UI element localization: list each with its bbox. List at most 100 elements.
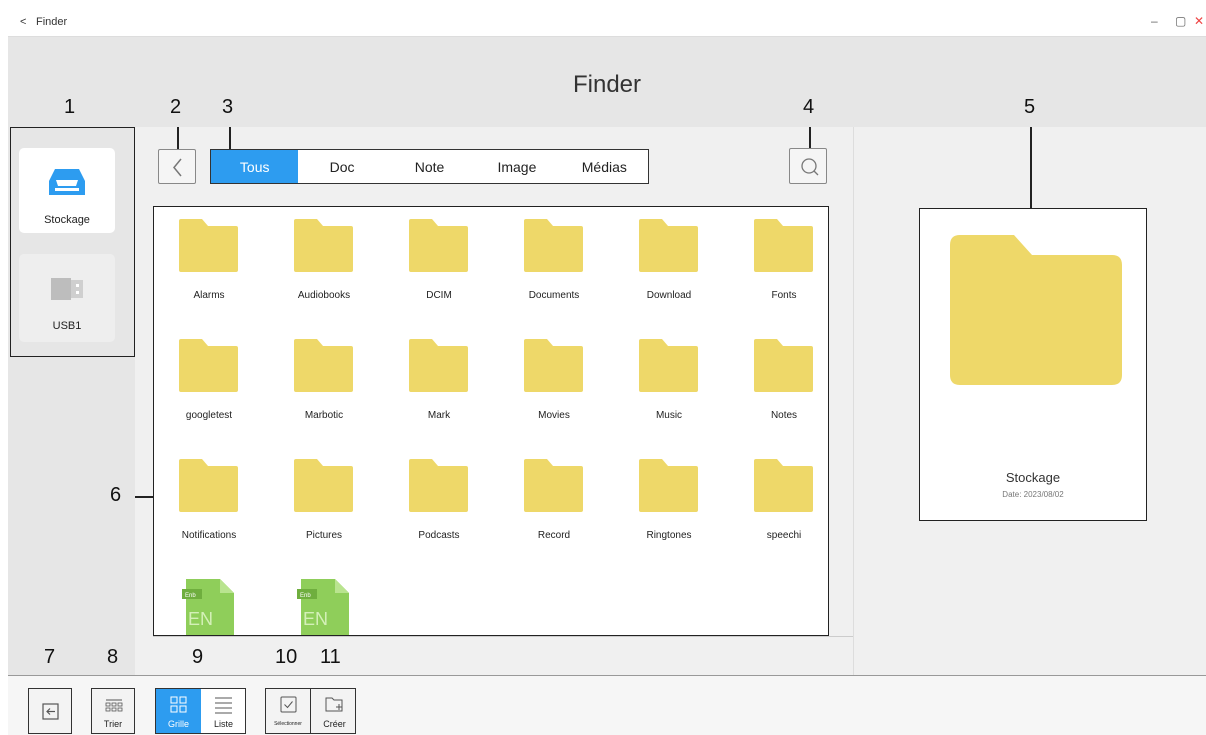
maximize-icon[interactable]: ▢ (1175, 14, 1186, 28)
callout-3: 3 (222, 96, 234, 118)
folder-name: googletest (185, 410, 233, 421)
folder-name: Notifications (181, 530, 237, 541)
minimize-icon[interactable]: – (1151, 14, 1158, 28)
folder-name: Ringtones (646, 530, 692, 541)
folder-name: Marbotic (304, 410, 344, 421)
enb-file-item[interactable]: Enb EN (269, 577, 379, 635)
list-view-button[interactable]: Liste (201, 689, 246, 733)
tab-doc[interactable]: Doc (298, 150, 385, 183)
create-label: Créer (323, 719, 346, 729)
usb-drive-icon (51, 278, 83, 300)
folder-icon (754, 339, 813, 392)
folder-name: DCIM (426, 290, 452, 301)
folder-item[interactable]: Pictures (269, 457, 379, 552)
folder-name: Pictures (305, 530, 343, 541)
folder-item[interactable]: DCIM (384, 217, 494, 312)
detail-date: Date: 2023/08/02 (1002, 490, 1064, 499)
folder-name: Podcasts (418, 530, 460, 541)
callout-5: 5 (1024, 96, 1036, 118)
callout-line (177, 127, 179, 149)
folder-icon (639, 219, 698, 272)
folder-icon (294, 219, 353, 272)
create-button[interactable]: Créer (312, 689, 357, 733)
grid-view-button[interactable]: Grille (156, 689, 201, 733)
callout-10: 10 (275, 646, 298, 668)
callout-1: 1 (64, 96, 76, 118)
enb-file-icon: Enb EN (297, 579, 349, 635)
folder-item[interactable]: Alarms (154, 217, 264, 312)
callout-line (809, 127, 811, 148)
tab-tous[interactable]: Tous (211, 150, 299, 183)
folder-item[interactable]: Audiobooks (269, 217, 379, 312)
folder-name: Notes (770, 410, 798, 421)
folder-item[interactable]: Marbotic (269, 337, 379, 432)
folder-icon (179, 219, 238, 272)
select-create-group: Sélectionner Créer (265, 688, 356, 734)
folder-icon (639, 339, 698, 392)
callout-6: 6 (110, 484, 122, 506)
folder-icon (639, 459, 698, 512)
enb-text: EN (188, 609, 213, 629)
folder-item[interactable]: speechi (729, 457, 828, 552)
view-toggle: Grille Liste (155, 688, 246, 734)
sort-label: Trier (103, 719, 123, 729)
folder-icon (179, 339, 238, 392)
close-icon[interactable]: ✕ (1194, 14, 1204, 28)
new-folder-icon (325, 697, 343, 712)
enb-file-icon: Enb EN (182, 579, 234, 635)
drive-label: USB1 (52, 320, 82, 332)
folder-item[interactable]: Podcasts (384, 457, 494, 552)
folder-name: Download (646, 290, 692, 301)
filter-tabs: Tous Doc Note Image Médias (210, 149, 649, 184)
enb-text: EN (303, 609, 328, 629)
search-button[interactable] (789, 148, 827, 184)
callout-11: 11 (320, 646, 341, 668)
folder-name: Music (655, 410, 683, 421)
titlebar-back-icon[interactable]: < (20, 16, 26, 28)
exit-icon (42, 703, 59, 720)
enb-badge: Enb (300, 593, 311, 599)
folder-item[interactable]: Ringtones (614, 457, 724, 552)
file-grid: Alarms Audiobooks DCIM Documents Download Fon… (153, 206, 829, 636)
grid-icon (170, 696, 187, 713)
folder-icon (179, 459, 238, 512)
drive-storage[interactable]: Stockage (19, 148, 115, 233)
folder-item[interactable]: Documents (499, 217, 609, 312)
select-button[interactable]: Sélectionner (266, 689, 311, 733)
callout-2: 2 (170, 96, 182, 118)
tab-medias[interactable]: Médias (561, 150, 648, 183)
folder-item[interactable]: googletest (154, 337, 264, 432)
window-title: Finder (36, 16, 68, 28)
callout-8: 8 (107, 646, 119, 668)
exit-button[interactable] (28, 688, 72, 734)
tab-note[interactable]: Note (386, 150, 473, 183)
folder-item[interactable]: Download (614, 217, 724, 312)
folder-icon (754, 219, 813, 272)
callout-line (135, 496, 153, 498)
enb-file-item[interactable]: Enb EN (154, 577, 264, 635)
folder-name: Documents (528, 290, 580, 301)
folder-item[interactable]: Notifications (154, 457, 264, 552)
folder-item[interactable]: Record (499, 457, 609, 552)
sort-button[interactable]: Trier (91, 688, 135, 734)
folder-item[interactable]: Fonts (729, 217, 828, 312)
folder-item[interactable]: Mark (384, 337, 494, 432)
enb-badge: Enb (185, 593, 196, 599)
drive-usb1[interactable]: USB1 (19, 254, 115, 342)
storage-drive-icon (49, 169, 85, 195)
folder-name: Alarms (193, 290, 225, 301)
window-titlebar: < Finder – ▢ ✕ (8, 8, 1206, 37)
folder-name: Record (537, 530, 571, 541)
folder-icon (950, 235, 1122, 385)
folder-item[interactable]: Notes (729, 337, 828, 432)
callout-line (1030, 127, 1032, 208)
page-title: Finder (572, 71, 642, 98)
back-button[interactable] (158, 149, 196, 184)
callout-7: 7 (44, 646, 56, 668)
folder-icon (294, 459, 353, 512)
folder-item[interactable]: Movies (499, 337, 609, 432)
folder-item[interactable]: Music (614, 337, 724, 432)
callout-4: 4 (803, 96, 815, 118)
folder-name: Mark (427, 410, 451, 421)
tab-image[interactable]: Image (473, 150, 560, 183)
